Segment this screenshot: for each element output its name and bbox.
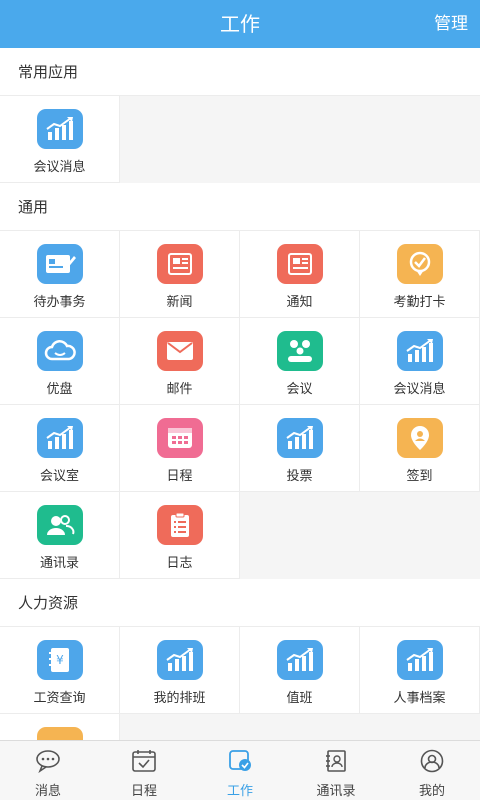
app-tile[interactable]: 日程 [120, 405, 240, 492]
checkin-badge-icon [396, 244, 443, 284]
calendar-check-icon [131, 749, 157, 777]
app-tile-label: 日程 [166, 469, 193, 484]
section-title: 通用 [0, 183, 480, 231]
tab-label: 工作 [226, 784, 253, 799]
app-tile-label: 我的排班 [153, 691, 206, 706]
newspaper-icon [156, 244, 203, 284]
contacts-people-icon [36, 505, 83, 545]
bar-chart-icon [36, 418, 83, 458]
app-grid: 会议消息 [0, 96, 480, 183]
app-tile[interactable]: 值班 [240, 627, 360, 714]
tab-label: 我的 [418, 784, 445, 799]
chat-bubble-icon [35, 749, 61, 777]
cloud-icon [36, 331, 83, 371]
meeting-people-icon [276, 331, 323, 371]
bar-chart-icon [396, 331, 443, 371]
app-tile-label: 优盘 [46, 382, 73, 397]
app-tile[interactable]: 签到 [360, 405, 480, 492]
bar-chart-icon [156, 640, 203, 680]
app-tile-label: 投票 [286, 469, 313, 484]
bottom-tab-bar: 消息 日程 工作 通讯录 我的 [0, 740, 480, 800]
app-tile[interactable]: 邮件 [120, 318, 240, 405]
tab-item[interactable]: 消息 [0, 741, 96, 800]
app-tile[interactable]: 投票 [240, 405, 360, 492]
section-title: 常用应用 [0, 48, 480, 96]
app-header: 工作 管理 [0, 0, 480, 48]
app-tile[interactable] [0, 714, 120, 740]
app-tile[interactable]: 通知 [240, 231, 360, 318]
bar-chart-icon [36, 109, 83, 149]
app-tile[interactable]: 待办事务 [0, 231, 120, 318]
tab-label: 日程 [130, 784, 157, 799]
app-tile[interactable]: 会议 [240, 318, 360, 405]
svg-text:¥: ¥ [56, 653, 64, 667]
app-tile-label: 日志 [166, 556, 193, 571]
tab-item[interactable]: 日程 [96, 741, 192, 800]
bar-chart-icon [396, 640, 443, 680]
app-tile-label: 考勤打卡 [393, 295, 446, 310]
tab-item[interactable]: 工作 [192, 741, 288, 800]
app-tile[interactable]: 会议消息 [360, 318, 480, 405]
app-tile-label: 通知 [286, 295, 313, 310]
app-grid: 待办事务 新闻 通知 考勤打卡优盘 邮件 会议 会议消息会议室 日程 投票 签到通讯录 日志 [0, 231, 480, 579]
bar-chart-icon [276, 418, 323, 458]
page-title: 工作 [220, 12, 260, 36]
bar-chart-icon [276, 640, 323, 680]
app-tile[interactable]: 优盘 [0, 318, 120, 405]
tab-label: 消息 [34, 784, 61, 799]
app-tile[interactable]: 日志 [120, 492, 240, 579]
app-tile-label: 会议消息 [393, 382, 446, 397]
app-tile[interactable]: 我的排班 [120, 627, 240, 714]
app-tile[interactable]: 人事档案 [360, 627, 480, 714]
partial-icon [36, 727, 83, 740]
tab-item[interactable]: 我的 [384, 741, 480, 800]
tab-label: 通讯录 [316, 784, 356, 799]
app-grid: ¥ 工资查询 我的排班 值班 人事档案 [0, 627, 480, 740]
app-tile[interactable]: 通讯录 [0, 492, 120, 579]
work-content[interactable]: 常用应用 会议消息 通用 待办事务 新闻 通知 考勤打卡 优盘 邮件 会议 会议消息 会议室 日程 投票签… [0, 48, 480, 740]
app-tile-label: 待办事务 [33, 295, 86, 310]
clipboard-icon [156, 505, 203, 545]
app-tile-label: 会议 [286, 382, 313, 397]
app-tile-label: 工资查询 [33, 691, 86, 706]
notice-icon [276, 244, 323, 284]
app-tile[interactable]: 考勤打卡 [360, 231, 480, 318]
tab-item[interactable]: 通讯录 [288, 741, 384, 800]
work-check-icon [227, 749, 253, 777]
app-tile[interactable]: 新闻 [120, 231, 240, 318]
mail-icon [156, 331, 203, 371]
todo-card-icon [36, 244, 83, 284]
address-book-icon [323, 749, 349, 777]
app-tile-label: 会议室 [39, 469, 79, 484]
app-tile[interactable]: 会议消息 [0, 96, 120, 183]
app-tile-label: 人事档案 [393, 691, 446, 706]
location-pin-icon [396, 418, 443, 458]
calendar-grid-icon [156, 418, 203, 458]
app-tile-label: 会议消息 [33, 160, 86, 175]
manage-button[interactable]: 管理 [434, 0, 468, 48]
app-tile-label: 邮件 [166, 382, 193, 397]
section-title: 人力资源 [0, 579, 480, 627]
user-circle-icon [419, 749, 445, 777]
app-tile-label: 签到 [406, 469, 433, 484]
app-tile[interactable]: 会议室 [0, 405, 120, 492]
app-tile-label: 值班 [286, 691, 313, 706]
app-tile-label: 新闻 [166, 295, 193, 310]
app-tile-label: 通讯录 [39, 556, 79, 571]
app-tile[interactable]: ¥ 工资查询 [0, 627, 120, 714]
salary-book-icon: ¥ [36, 640, 83, 680]
